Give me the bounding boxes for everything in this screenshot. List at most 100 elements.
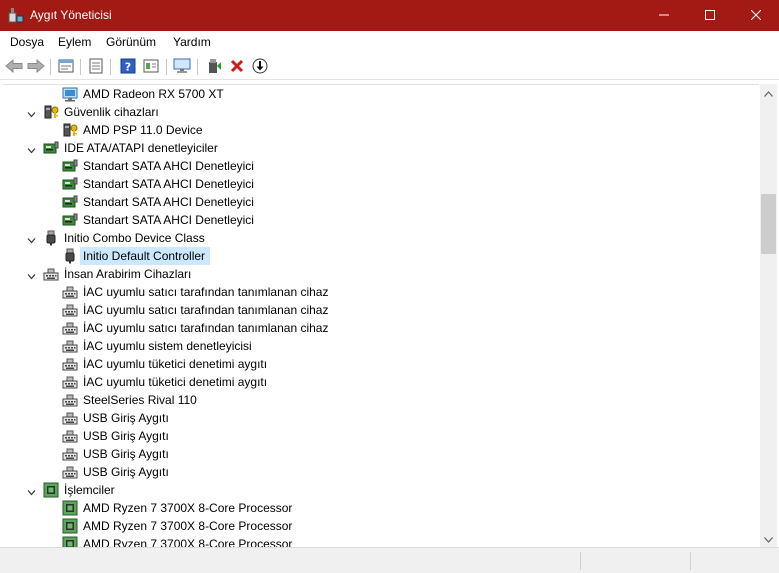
properties-icon [58, 58, 74, 77]
tree-item-label: AMD Ryzen 7 3700X 8-Core Processor [83, 537, 293, 547]
tree-device[interactable]: İAC uyumlu tüketici denetimi aygıtı [3, 355, 759, 373]
toolbar-separator [110, 59, 111, 75]
tree-item-label: Standart SATA AHCI Denetleyici [83, 195, 254, 209]
window-title: Aygıt Yöneticisi [30, 8, 112, 22]
scroll-thumb[interactable] [761, 194, 776, 254]
tree-category[interactable]: İşlemciler [3, 481, 759, 499]
tree-device[interactable]: USB Giriş Aygıtı [3, 427, 759, 445]
tree-item-label: AMD Ryzen 7 3700X 8-Core Processor [83, 501, 293, 515]
hid-keyboard-icon [62, 320, 78, 336]
forward-button[interactable] [26, 57, 46, 77]
tree-device[interactable]: USB Giriş Aygıtı [3, 445, 759, 463]
svg-text:?: ? [125, 60, 131, 73]
usb-plug-icon [62, 248, 78, 264]
toolbar-separator [80, 59, 81, 75]
tree-item-label: SteelSeries Rival 110 [83, 393, 197, 407]
expand-chevron-icon[interactable] [27, 270, 36, 280]
update-driver-button[interactable] [204, 57, 224, 77]
forward-arrow-icon [27, 58, 45, 76]
processor-icon [43, 482, 59, 498]
tree-item-label: USB Giriş Aygıtı [83, 447, 169, 461]
tree-device[interactable]: İAC uyumlu tüketici denetimi aygıtı [3, 373, 759, 391]
chevron-down-icon [764, 532, 773, 546]
scroll-down-button[interactable] [760, 530, 777, 547]
tree-device[interactable]: Standart SATA AHCI Denetleyici [3, 211, 759, 229]
back-button[interactable] [4, 57, 24, 77]
tree-device[interactable]: AMD Radeon RX 5700 XT [3, 85, 759, 103]
close-button[interactable] [733, 0, 779, 31]
disable-button[interactable] [250, 57, 270, 77]
uninstall-button[interactable] [227, 57, 247, 77]
uninstall-icon [230, 59, 244, 76]
tree-category[interactable]: Initio Combo Device Class [3, 229, 759, 247]
tree-device[interactable]: AMD Ryzen 7 3700X 8-Core Processor [3, 499, 759, 517]
toolbar-separator [197, 59, 198, 75]
tree-device[interactable]: İAC uyumlu sistem denetleyicisi [3, 337, 759, 355]
tree-device[interactable]: AMD PSP 11.0 Device [3, 121, 759, 139]
tree-device[interactable]: İAC uyumlu satıcı tarafından tanımlanan … [3, 319, 759, 337]
display-adapter-icon [62, 86, 78, 102]
tree-device[interactable]: USB Giriş Aygıtı [3, 409, 759, 427]
tree-device[interactable]: Standart SATA AHCI Denetleyici [3, 175, 759, 193]
details-button[interactable] [141, 57, 161, 77]
hid-keyboard-icon [62, 410, 78, 426]
tree-device[interactable]: Standart SATA AHCI Denetleyici [3, 193, 759, 211]
processor-icon [62, 500, 78, 516]
menu-help[interactable]: Yardım [173, 35, 211, 49]
tree-item-label: Standart SATA AHCI Denetleyici [83, 213, 254, 227]
tree-device[interactable]: İAC uyumlu satıcı tarafından tanımlanan … [3, 301, 759, 319]
tree-device[interactable]: AMD Ryzen 7 3700X 8-Core Processor [3, 517, 759, 535]
minimize-button[interactable] [641, 0, 687, 31]
tree-device[interactable]: İAC uyumlu satıcı tarafından tanımlanan … [3, 283, 759, 301]
security-device-icon [43, 104, 59, 120]
tree-device[interactable]: AMD Ryzen 7 3700X 8-Core Processor [3, 535, 759, 547]
tree-device[interactable]: USB Giriş Aygıtı [3, 463, 759, 481]
expand-chevron-icon[interactable] [27, 486, 36, 496]
menu-file[interactable]: Dosya [10, 35, 44, 49]
hid-keyboard-icon [43, 266, 59, 282]
maximize-icon [705, 9, 715, 23]
tree-item-label: AMD Ryzen 7 3700X 8-Core Processor [83, 519, 293, 533]
vertical-scrollbar[interactable] [760, 84, 777, 547]
list-view-button[interactable] [86, 57, 106, 77]
expand-chevron-icon[interactable] [27, 144, 36, 154]
tree-item-label: İnsan Arabirim Cihazları [64, 267, 192, 281]
tree-item-label: İAC uyumlu satıcı tarafından tanımlanan … [83, 321, 329, 335]
tree-category[interactable]: Güvenlik cihazları [3, 103, 759, 121]
tree-item-label: İAC uyumlu tüketici denetimi aygıtı [83, 357, 268, 371]
disable-icon [252, 58, 268, 77]
tree-category[interactable]: IDE ATA/ATAPI denetleyiciler [3, 139, 759, 157]
title-bar[interactable]: Aygıt Yöneticisi [0, 0, 779, 31]
ide-controller-icon [62, 158, 78, 174]
hid-keyboard-icon [62, 338, 78, 354]
scan-hardware-button[interactable] [172, 57, 192, 77]
security-device-icon [62, 122, 78, 138]
tree-item-label: AMD PSP 11.0 Device [83, 123, 203, 137]
tree-item-label: USB Giriş Aygıtı [83, 429, 169, 443]
ide-controller-icon [62, 194, 78, 210]
ide-controller-icon [62, 212, 78, 228]
device-tree[interactable]: AMD Radeon RX 5700 XT Güvenlik cihazları A… [3, 84, 759, 547]
maximize-button[interactable] [687, 0, 733, 31]
tree-device[interactable]: Initio Default Controller [3, 247, 759, 265]
expand-chevron-icon[interactable] [27, 108, 36, 118]
ide-controller-icon [62, 176, 78, 192]
help-button[interactable]: ? [118, 57, 138, 77]
menu-view[interactable]: Görünüm [106, 35, 156, 49]
toolbar: ? [0, 53, 779, 80]
tree-category[interactable]: İnsan Arabirim Cihazları [3, 265, 759, 283]
tree-item-label: İAC uyumlu satıcı tarafından tanımlanan … [83, 303, 329, 317]
tree-device[interactable]: Standart SATA AHCI Denetleyici [3, 157, 759, 175]
monitor-scan-icon [173, 58, 191, 77]
tree-item-label: İAC uyumlu satıcı tarafından tanımlanan … [83, 285, 329, 299]
usb-plug-icon [43, 230, 59, 246]
expand-chevron-icon[interactable] [27, 234, 36, 244]
tree-device[interactable]: SteelSeries Rival 110 [3, 391, 759, 409]
menu-action[interactable]: Eylem [58, 35, 91, 49]
close-icon [750, 9, 762, 23]
tree-item-label: USB Giriş Aygıtı [83, 411, 169, 425]
tree-item-label: USB Giriş Aygıtı [83, 465, 169, 479]
tree-item-label: İşlemciler [64, 483, 115, 497]
scroll-up-button[interactable] [760, 84, 777, 101]
properties-button[interactable] [56, 57, 76, 77]
